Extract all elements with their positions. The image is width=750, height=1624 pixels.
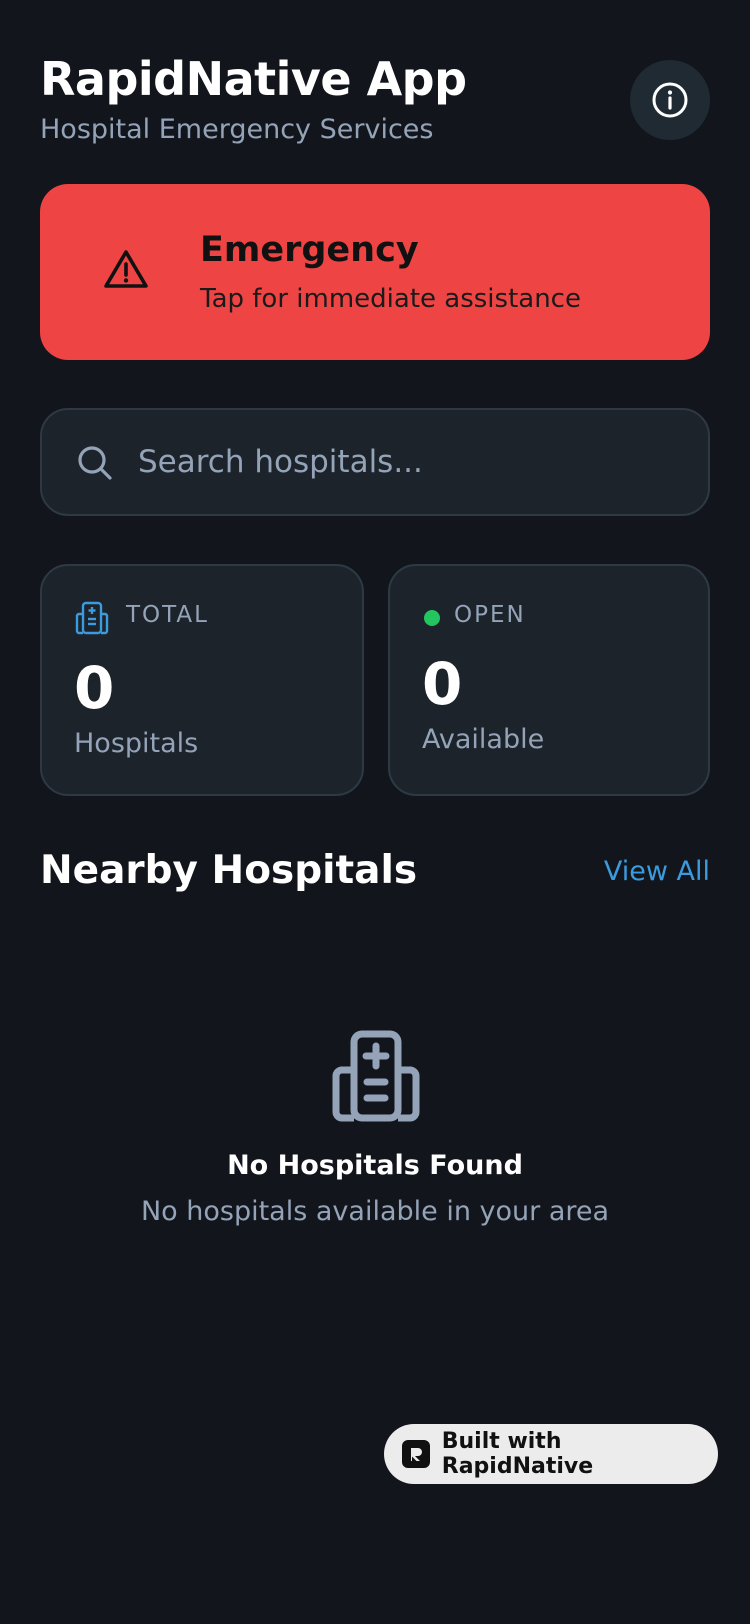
stat-open-label: OPEN	[454, 602, 526, 628]
stat-card-open: OPEN 0 Available	[388, 564, 710, 796]
nearby-hospitals-title: Nearby Hospitals	[40, 848, 418, 893]
stat-open-value: 0	[422, 650, 463, 718]
emergency-subtitle: Tap for immediate assistance	[200, 284, 581, 314]
emergency-button[interactable]: Emergency Tap for immediate assistance	[40, 184, 710, 360]
hospital-icon	[332, 1030, 420, 1122]
stat-total-caption: Hospitals	[74, 728, 199, 759]
hospital-icon	[75, 601, 109, 635]
search-input[interactable]	[138, 432, 678, 492]
info-circle-icon	[652, 82, 688, 118]
stat-card-total: TOTAL 0 Hospitals	[40, 564, 364, 796]
stat-total-label: TOTAL	[126, 602, 209, 628]
info-button[interactable]	[630, 60, 710, 140]
app-title: RapidNative App	[40, 52, 467, 106]
built-with-badge[interactable]: Built with RapidNative	[384, 1424, 718, 1484]
empty-state-subtitle: No hospitals available in your area	[140, 1196, 610, 1227]
search-icon	[78, 446, 112, 480]
app-screen: RapidNative App Hospital Emergency Servi…	[0, 0, 750, 1624]
warning-triangle-icon	[104, 250, 148, 288]
search-bar[interactable]	[40, 408, 710, 516]
stat-total-value: 0	[74, 654, 115, 722]
built-with-label: Built with RapidNative	[441, 1429, 594, 1479]
view-all-link[interactable]: View All	[604, 856, 710, 887]
stat-open-caption: Available	[422, 724, 545, 755]
app-subtitle: Hospital Emergency Services	[40, 114, 434, 145]
empty-state-title: No Hospitals Found	[227, 1150, 523, 1181]
emergency-title: Emergency	[200, 230, 419, 270]
open-status-dot	[424, 610, 440, 626]
rapidnative-logo-icon	[402, 1440, 430, 1468]
